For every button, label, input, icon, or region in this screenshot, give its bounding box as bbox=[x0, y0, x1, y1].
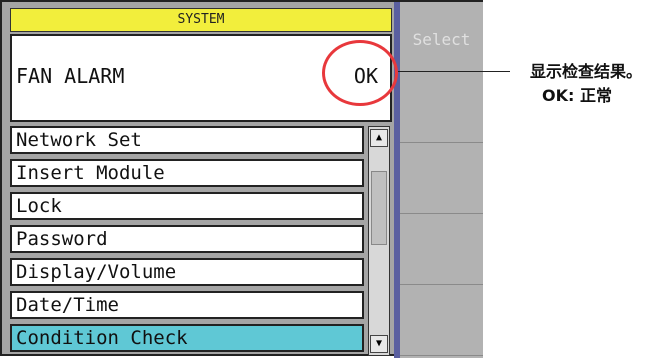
screen-title: SYSTEM bbox=[10, 8, 392, 32]
softkey-2[interactable] bbox=[400, 73, 483, 143]
fan-alarm-label: FAN ALARM bbox=[16, 64, 125, 88]
triangle-down-icon[interactable]: ▼ bbox=[370, 335, 388, 353]
softkey-5[interactable] bbox=[400, 286, 483, 356]
annotation-line2: OK: 正常 bbox=[542, 86, 612, 105]
soft-key-panel: Select bbox=[400, 2, 483, 358]
menu-item-lock[interactable]: Lock bbox=[10, 192, 364, 220]
scroll-thumb[interactable] bbox=[371, 171, 387, 245]
menu-item-network-set[interactable]: Network Set bbox=[10, 126, 364, 154]
select-softkey[interactable]: Select bbox=[400, 2, 483, 72]
system-screen: SYSTEM FAN ALARM OK Network Set Insert M… bbox=[0, 0, 483, 358]
highlight-ring bbox=[322, 40, 398, 106]
callout-line bbox=[398, 71, 510, 72]
menu-scrollbar[interactable]: ▲ ▼ bbox=[368, 126, 390, 356]
menu-item-password[interactable]: Password bbox=[10, 225, 364, 253]
softkey-3[interactable] bbox=[400, 144, 483, 214]
triangle-up-icon[interactable]: ▲ bbox=[370, 129, 388, 147]
menu-item-condition-check[interactable]: Condition Check bbox=[10, 324, 364, 352]
softkey-4[interactable] bbox=[400, 215, 483, 285]
annotation-line1: 显示检查结果。 bbox=[530, 62, 643, 81]
annotation: 显示检查结果。 OK: 正常 bbox=[530, 60, 667, 108]
menu-item-insert-module[interactable]: Insert Module bbox=[10, 159, 364, 187]
system-menu-list: Network Set Insert Module Lock Password … bbox=[10, 126, 364, 356]
menu-item-date-time[interactable]: Date/Time bbox=[10, 291, 364, 319]
menu-item-display-volume[interactable]: Display/Volume bbox=[10, 258, 364, 286]
